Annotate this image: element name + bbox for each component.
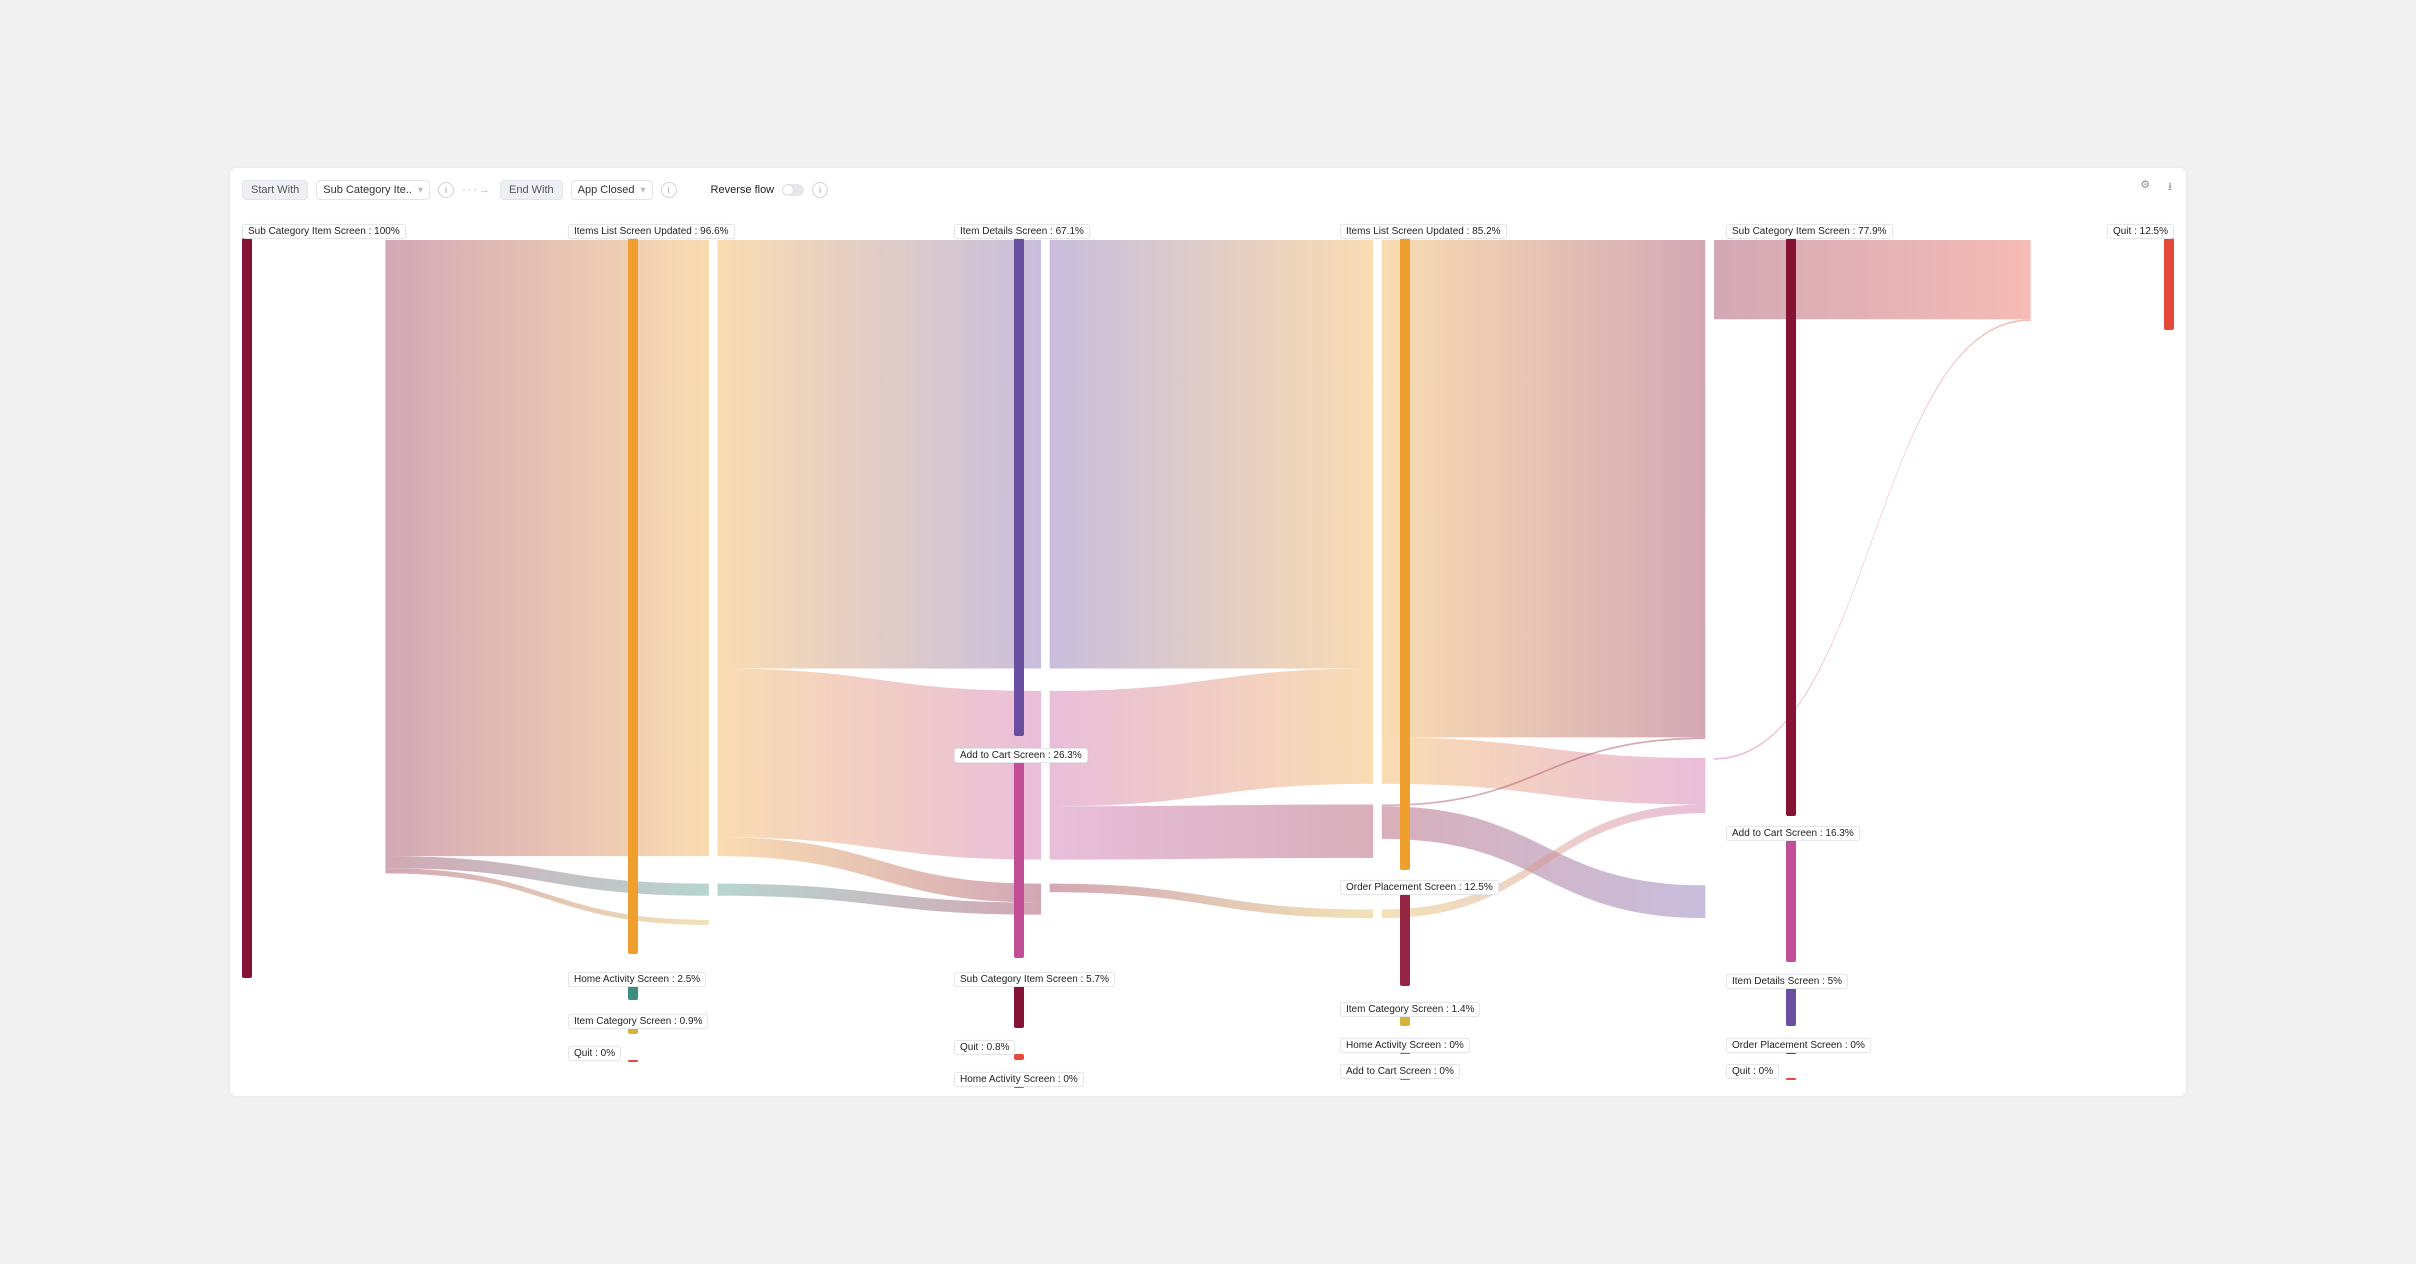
sankey-link[interactable] (1050, 669, 1374, 807)
sankey-node[interactable] (1014, 986, 1024, 1028)
sankey-link[interactable] (1382, 240, 1706, 737)
sankey-node[interactable] (1014, 238, 1024, 736)
sankey-node-label: Quit : 0.8% (954, 1040, 1015, 1055)
sankey-chart: Sub Category Item Screen : 100% Items Lis… (242, 224, 2174, 1084)
sankey-node-label: Quit : 0% (568, 1046, 621, 1061)
reverse-flow-toggle[interactable] (782, 184, 804, 196)
sankey-node-label: Add to Cart Screen : 26.3% (954, 748, 1088, 763)
sankey-node-label: Home Activity Screen : 0% (954, 1072, 1084, 1087)
sankey-node[interactable] (1786, 238, 1796, 816)
info-icon[interactable]: i (661, 182, 677, 198)
sankey-node[interactable] (1400, 894, 1410, 986)
sankey-node-label: Home Activity Screen : 2.5% (568, 972, 706, 987)
start-with-value: Sub Category Ite.. (323, 184, 412, 196)
sankey-node[interactable] (1786, 1078, 1796, 1080)
sankey-node[interactable] (1014, 762, 1024, 958)
sankey-node[interactable] (242, 238, 252, 978)
sankey-node-label: Items List Screen Updated : 85.2% (1340, 224, 1507, 239)
end-with-label: End With (500, 180, 563, 200)
chart-panel: Start With Sub Category Ite.. ▾ i ···→ E… (230, 168, 2186, 1096)
info-icon[interactable]: i (438, 182, 454, 198)
sankey-link[interactable] (718, 669, 1042, 860)
sankey-link[interactable] (1714, 240, 2031, 319)
sankey-node[interactable] (1786, 988, 1796, 1026)
sankey-link[interactable] (385, 240, 709, 856)
sankey-node-label: Add to Cart Screen : 0% (1340, 1064, 1460, 1079)
end-with-value: App Closed (578, 184, 635, 196)
start-with-label: Start With (242, 180, 308, 200)
sankey-link[interactable] (1050, 805, 1374, 860)
flow-arrow-icon: ···→ (462, 184, 492, 196)
end-with-select[interactable]: App Closed ▾ (571, 180, 653, 200)
sankey-link[interactable] (1050, 240, 1374, 669)
sankey-node[interactable] (1786, 840, 1796, 962)
chevron-down-icon: ▾ (418, 185, 423, 196)
toolbar: Start With Sub Category Ite.. ▾ i ···→ E… (242, 176, 828, 204)
start-with-select[interactable]: Sub Category Ite.. ▾ (316, 180, 430, 200)
sankey-node-label: Item Category Screen : 0.9% (568, 1014, 708, 1029)
sankey-node[interactable] (1014, 1054, 1024, 1060)
sankey-node[interactable] (1400, 238, 1410, 870)
sankey-link[interactable] (1050, 884, 1374, 918)
sankey-node[interactable] (628, 986, 638, 1000)
sankey-node[interactable] (1400, 1016, 1410, 1026)
gear-icon[interactable]: ⚙ (2140, 178, 2150, 197)
reverse-flow-label: Reverse flow (711, 184, 775, 196)
sankey-node-label: Sub Category Item Screen : 77.9% (1726, 224, 1893, 239)
sankey-node-label: Home Activity Screen : 0% (1340, 1038, 1470, 1053)
sankey-node-label: Add to Cart Screen : 16.3% (1726, 826, 1860, 841)
sankey-node[interactable] (628, 1060, 638, 1062)
sankey-node-label: Sub Category Item Screen : 5.7% (954, 972, 1115, 987)
sankey-link[interactable] (718, 240, 1042, 669)
sankey-node-label: Items List Screen Updated : 96.6% (568, 224, 735, 239)
sankey-node-label: Sub Category Item Screen : 100% (242, 224, 406, 239)
sankey-node-label: Item Details Screen : 5% (1726, 974, 1848, 989)
sankey-node-label: Item Category Screen : 1.4% (1340, 1002, 1480, 1017)
sankey-node[interactable] (628, 238, 638, 954)
download-icon[interactable]: ⭳ (2168, 178, 2172, 197)
sankey-link[interactable] (385, 856, 709, 896)
sankey-links (242, 228, 2174, 968)
sankey-node[interactable] (2164, 238, 2174, 330)
sankey-link[interactable] (1714, 319, 2031, 760)
info-icon[interactable]: i (812, 182, 828, 198)
sankey-node-label: Order Placement Screen : 12.5% (1340, 880, 1499, 895)
chevron-down-icon: ▾ (641, 185, 646, 196)
sankey-node-label: Item Details Screen : 67.1% (954, 224, 1090, 239)
chart-tools: ⚙ ⭳ (2140, 178, 2172, 197)
sankey-node-label: Quit : 12.5% (2107, 224, 2174, 239)
sankey-node-label: Order Placement Screen : 0% (1726, 1038, 1871, 1053)
sankey-node-label: Quit : 0% (1726, 1064, 1779, 1079)
